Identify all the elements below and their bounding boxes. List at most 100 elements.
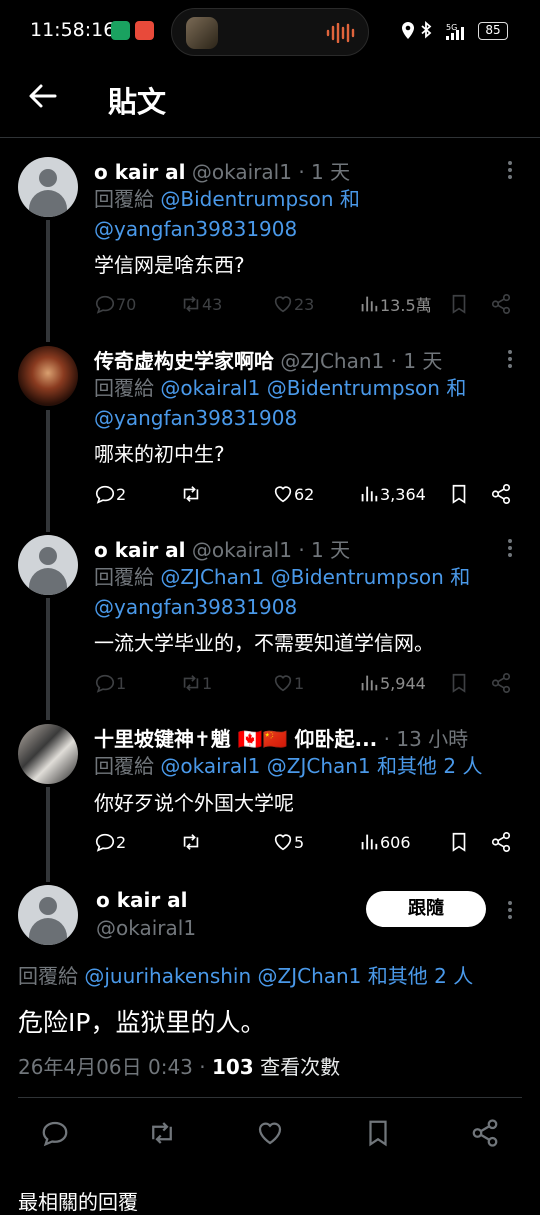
tweet-actions: 70 43 23 13.5萬 (94, 291, 514, 317)
tweet-text: 你好歹说个外国大学呢 (94, 791, 294, 815)
divider (18, 1097, 522, 1098)
views-button[interactable]: 3,364 (358, 481, 426, 507)
retweet-icon (183, 675, 199, 691)
bookmark-icon (452, 484, 466, 504)
app-notification-icon (111, 21, 130, 40)
tweet-text: 学信网是啥东西? (94, 253, 245, 277)
thread-line (46, 598, 50, 720)
share-icon (491, 673, 511, 693)
tweet-actions: 1 1 1 5,944 (94, 670, 514, 696)
heart-icon (274, 296, 292, 313)
bookmark-button[interactable] (448, 829, 470, 855)
avatar[interactable] (18, 535, 78, 595)
mention-link[interactable]: @Bidentrumpson (160, 187, 333, 211)
app-notification-icon (135, 21, 154, 40)
reply-context: 回覆給 @ZJChan1 @Bidentrumpson 和 @yangfan39… (94, 565, 471, 619)
view-label: 查看次數 (260, 1055, 341, 1079)
section-heading[interactable]: 最相關的回覆 (18, 1186, 138, 1215)
bookmark-icon (452, 294, 466, 314)
author-handle[interactable]: @okairal1 (192, 160, 292, 184)
mention-link[interactable]: @okairal1 @ZJChan1 (160, 754, 370, 778)
audio-wave-icon (326, 23, 355, 43)
reply-button[interactable]: 1 (94, 670, 126, 696)
more-options-icon[interactable] (500, 347, 520, 371)
author-name[interactable]: o kair al (94, 538, 186, 562)
avatar[interactable] (18, 346, 78, 406)
network-type: 5G (446, 23, 457, 32)
more-options-icon[interactable] (500, 158, 520, 182)
tweet-actions: 2 62 3,364 (94, 481, 514, 507)
status-icons: 5G (402, 21, 464, 40)
author-name[interactable]: 十里坡键神✝魈 🇨🇦🇨🇳 仰卧起... (94, 727, 377, 751)
back-arrow-icon[interactable] (28, 82, 58, 110)
views-icon (361, 486, 378, 502)
retweet-icon (183, 834, 199, 850)
heart-icon (274, 675, 292, 692)
reply-icon[interactable] (40, 1118, 70, 1148)
thread-line (46, 787, 50, 882)
heart-icon (274, 486, 292, 503)
reply-context: 回覆給 @okairal1 @ZJChan1 和其他 2 人 (94, 754, 483, 778)
retweet-button[interactable] (180, 829, 202, 855)
views-icon (361, 834, 378, 850)
share-button[interactable] (490, 670, 512, 696)
reply-button[interactable]: 2 (94, 481, 126, 507)
bookmark-button[interactable] (448, 481, 470, 507)
views-icon (361, 675, 378, 691)
mention-link[interactable]: @ZJChan1 @Bidentrumpson (160, 565, 443, 589)
like-button[interactable]: 23 (272, 291, 314, 317)
share-button[interactable] (490, 291, 512, 317)
author-name[interactable]: o kair al (96, 888, 188, 912)
mention-link[interactable]: @yangfan39831908 (94, 595, 297, 619)
avatar[interactable] (18, 724, 78, 784)
share-icon[interactable] (470, 1118, 500, 1148)
mention-link[interactable]: @okairal1 @Bidentrumpson (160, 376, 440, 400)
battery-indicator: 85 (478, 22, 508, 40)
tweet-actions: 2 5 606 (94, 829, 514, 855)
reply-icon (95, 674, 115, 693)
share-button[interactable] (490, 481, 512, 507)
retweet-button[interactable] (180, 481, 202, 507)
retweet-icon[interactable] (147, 1118, 177, 1148)
avatar[interactable] (18, 157, 78, 217)
tweet-time: · 1 天 (298, 538, 351, 562)
more-options-icon[interactable] (500, 898, 520, 922)
page-title: 貼文 (108, 85, 167, 119)
views-button[interactable]: 606 (358, 829, 411, 855)
retweet-icon (183, 486, 199, 502)
reply-button[interactable]: 2 (94, 829, 126, 855)
retweet-button[interactable]: 43 (180, 291, 222, 317)
more-options-icon[interactable] (500, 536, 520, 560)
bookmark-icon[interactable] (363, 1118, 393, 1148)
reply-icon (95, 295, 115, 314)
tweet-date: 26年4月06日 0:43 · (18, 1055, 206, 1079)
author-handle[interactable]: @okairal1 (96, 916, 196, 940)
like-button[interactable]: 62 (272, 481, 314, 507)
media-thumbnail (186, 17, 218, 49)
avatar[interactable] (18, 885, 78, 945)
views-icon (361, 296, 378, 312)
retweet-button[interactable]: 1 (180, 670, 212, 696)
author-handle[interactable]: @ZJChan1 (280, 349, 384, 373)
share-button[interactable] (490, 829, 512, 855)
heart-icon[interactable] (255, 1118, 285, 1148)
follow-button[interactable]: 跟隨 (366, 891, 486, 927)
like-button[interactable]: 5 (272, 829, 304, 855)
views-button[interactable]: 13.5萬 (358, 291, 432, 317)
like-button[interactable]: 1 (272, 670, 304, 696)
author-handle[interactable]: @okairal1 (192, 538, 292, 562)
mention-link[interactable]: @yangfan39831908 (94, 217, 297, 241)
reply-context: 回覆給 @Bidentrumpson 和 @yangfan39831908 (94, 187, 360, 241)
bookmark-button[interactable] (448, 291, 470, 317)
mention-link[interactable]: @juurihakenshin @ZJChan1 (84, 964, 361, 988)
author-name[interactable]: o kair al (94, 160, 186, 184)
tweet-time: · 1 天 (298, 160, 351, 184)
tweet-header: 十里坡键神✝魈 🇨🇦🇨🇳 仰卧起... · 13 小時 (94, 723, 468, 752)
mention-link[interactable]: @yangfan39831908 (94, 406, 297, 430)
bookmark-button[interactable] (448, 670, 470, 696)
author-name[interactable]: 传奇虚构史学家啊哈 (94, 349, 274, 373)
views-button[interactable]: 5,944 (358, 670, 426, 696)
reply-button[interactable]: 70 (94, 291, 136, 317)
dynamic-island[interactable] (171, 8, 369, 56)
share-icon (491, 484, 511, 504)
